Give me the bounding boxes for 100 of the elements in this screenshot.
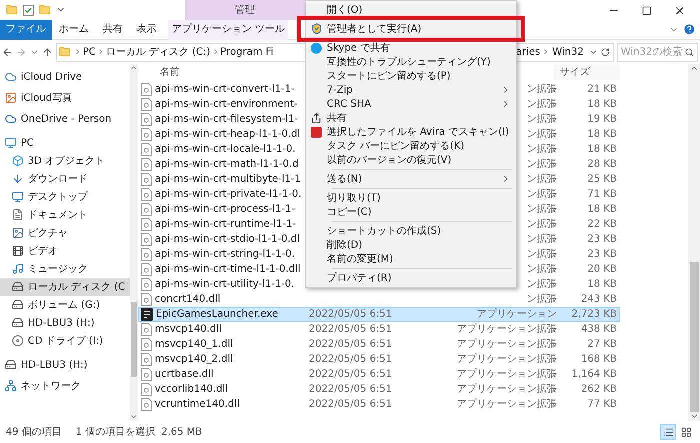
menu-item[interactable]: Skype で共有 [306, 41, 516, 55]
file-size: 23 KB [588, 234, 617, 245]
scrollbar-thumb[interactable] [690, 262, 698, 412]
path-segment[interactable]: PC [83, 44, 96, 60]
grid-icon [680, 426, 692, 438]
scroll-up-icon[interactable] [690, 64, 698, 73]
file-name[interactable]: api-ms-win-crt-time-l1-1-0.dll [155, 262, 301, 277]
menu-item[interactable]: 互換性のトラブルシューティング(Y) [306, 55, 516, 69]
nav-item[interactable]: CD ドライブ (I:) [0, 332, 130, 350]
path-segment[interactable]: Program Fi [220, 44, 274, 60]
menu-item[interactable]: CRC SHA [306, 97, 516, 111]
file-name[interactable]: api-ms-win-crt-heap-l1-1-0.dl [155, 127, 300, 142]
menu-item[interactable]: 以前のバージョンの復元(V) [306, 153, 516, 167]
file-date: 2022/05/05 6:51 [309, 354, 392, 365]
up-icon[interactable] [42, 46, 53, 58]
file-name[interactable]: api-ms-win-crt-multibyte-l1-1 [155, 172, 302, 187]
maximize-icon[interactable] [642, 6, 652, 16]
file-name[interactable]: concrt140.dll [155, 292, 221, 307]
file-name[interactable]: api-ms-win-crt-math-l1-1-0.d [155, 157, 299, 172]
details-view-button[interactable] [660, 424, 676, 440]
ribbon-tab[interactable]: 共有 [96, 20, 130, 40]
file-name[interactable]: api-ms-win-crt-filesystem-l1- [155, 112, 298, 127]
ribbon-tab[interactable]: アプリケーション ツール [168, 20, 288, 40]
file-icon [141, 338, 152, 351]
menu-item[interactable]: 選択したファイルを Avira でスキャン(I) [306, 125, 516, 139]
close-icon[interactable] [674, 5, 686, 17]
file-name[interactable]: msvcp140_1.dll [155, 337, 234, 352]
file-name[interactable]: api-ms-win-crt-locale-l1-1-0. [155, 142, 296, 157]
file-size: 438 KB [581, 324, 617, 335]
nav-item[interactable]: HD-LBU3 (H:) [0, 314, 130, 332]
ribbon-tab[interactable]: ファイル [0, 20, 52, 40]
file-name: EpicGamesLauncher.exe [156, 308, 278, 322]
nav-item[interactable]: ドキュメント [0, 206, 130, 224]
path-segment[interactable]: ローカル ディスク (C:) [106, 44, 211, 60]
properties-icon[interactable] [23, 4, 34, 16]
file-name[interactable]: api-ms-win-crt-convert-l1-1- [155, 82, 295, 97]
menu-item[interactable]: ショートカットの作成(S) [306, 224, 516, 238]
menu-item[interactable]: 切り取り(T) [306, 191, 516, 205]
back-icon[interactable] [2, 46, 13, 58]
nav-item[interactable]: iCloud Drive [0, 68, 130, 86]
nav-item[interactable]: 3D オブジェクト [0, 152, 130, 170]
file-name[interactable]: api-ms-win-crt-environment- [155, 97, 298, 112]
menu-item[interactable]: 開く(O) [306, 3, 516, 17]
nav-item[interactable]: ローカル ディスク (C [0, 278, 130, 296]
file-name[interactable]: msvcp140_2.dll [155, 352, 234, 367]
ribbon-tab[interactable]: ホーム [52, 20, 96, 40]
menu-item[interactable]: 管理者として実行(A) [306, 22, 516, 36]
selected-file-row[interactable]: EpicGamesLauncher.exe 2022/05/05 6:51 アプリケーション 2,723 KB [138, 307, 620, 322]
skype-icon [311, 42, 322, 54]
menu-item[interactable]: 共有 [306, 111, 516, 125]
file-name[interactable]: api-ms-win-crt-private-l1-1-0. [155, 187, 302, 202]
nav-item[interactable]: デスクトップ [0, 188, 130, 206]
menu-item[interactable]: コピー(C) [306, 205, 516, 219]
file-name[interactable]: api-ms-win-crt-string-l1-1-0. [155, 247, 296, 262]
scroll-down-icon[interactable] [690, 412, 698, 421]
nav-item[interactable]: ミュージック [0, 260, 130, 278]
nav-item[interactable]: PC [0, 134, 130, 152]
menu-item[interactable]: 7-Zip [306, 83, 516, 97]
column-header[interactable]: サイズ [554, 65, 620, 80]
file-name[interactable]: ucrtbase.dll [155, 367, 214, 382]
menu-item[interactable]: タスク バーにピン留めする(K) [306, 139, 516, 153]
file-size: 18 KB [588, 99, 617, 110]
scrollbar-thumb[interactable] [131, 302, 137, 377]
menu-item[interactable]: スタートにピン留めする(P) [306, 69, 516, 83]
nav-item[interactable]: iCloud写真 [0, 89, 130, 107]
file-name[interactable]: vcruntime140.dll [155, 397, 240, 412]
selection-info: 1 個の項目を選択 [76, 426, 156, 440]
file-date: 2022/05/05 6:51 [309, 339, 392, 350]
path-segment[interactable]: aries [516, 44, 540, 60]
column-header[interactable]: 名前 [160, 67, 180, 78]
drive-icon [12, 281, 24, 293]
file-name[interactable]: api-ms-win-crt-utility-l1-1-0. [155, 277, 295, 292]
file-name[interactable]: api-ms-win-crt-stdio-l1-1-0.dl [155, 232, 300, 247]
file-date: 2022/05/05 6:51 [309, 309, 392, 320]
nav-item[interactable]: ボリューム (G:) [0, 296, 130, 314]
file-type: ン拡張 [527, 249, 557, 260]
cloud-icon [5, 113, 17, 125]
help-icon[interactable] [683, 23, 696, 36]
refresh-icon[interactable] [601, 48, 610, 56]
menu-item[interactable]: 削除(D) [306, 238, 516, 252]
file-name[interactable]: api-ms-win-crt-runtime-l1-1- [155, 217, 296, 232]
file-icon [141, 218, 152, 231]
menu-item[interactable]: プロパティ(R) [306, 271, 516, 285]
menu-item[interactable]: 送る(N) [306, 172, 516, 186]
file-name[interactable]: api-ms-win-crt-process-l1-1- [155, 202, 296, 217]
path-segment[interactable]: Win32 [552, 44, 584, 60]
nav-item[interactable]: ピクチャ [0, 224, 130, 242]
nav-item[interactable]: ビデオ [0, 242, 130, 260]
nav-item[interactable]: ネットワーク [0, 377, 130, 395]
nav-item[interactable]: OneDrive - Person [0, 110, 130, 128]
file-name[interactable]: vccorlib140.dll [155, 382, 228, 397]
scroll-down-icon[interactable] [130, 413, 138, 421]
nav-item[interactable]: HD-LBU3 (H:) [0, 356, 130, 374]
scroll-up-icon[interactable] [130, 64, 138, 72]
ribbon-tab[interactable]: 表示 [130, 20, 164, 40]
file-icon [141, 143, 152, 156]
nav-item[interactable]: ダウンロード [0, 170, 130, 188]
search-field[interactable]: Win32の検索 [617, 42, 698, 62]
menu-item[interactable]: 名前の変更(M) [306, 252, 516, 266]
file-name[interactable]: msvcp140.dll [155, 322, 222, 337]
